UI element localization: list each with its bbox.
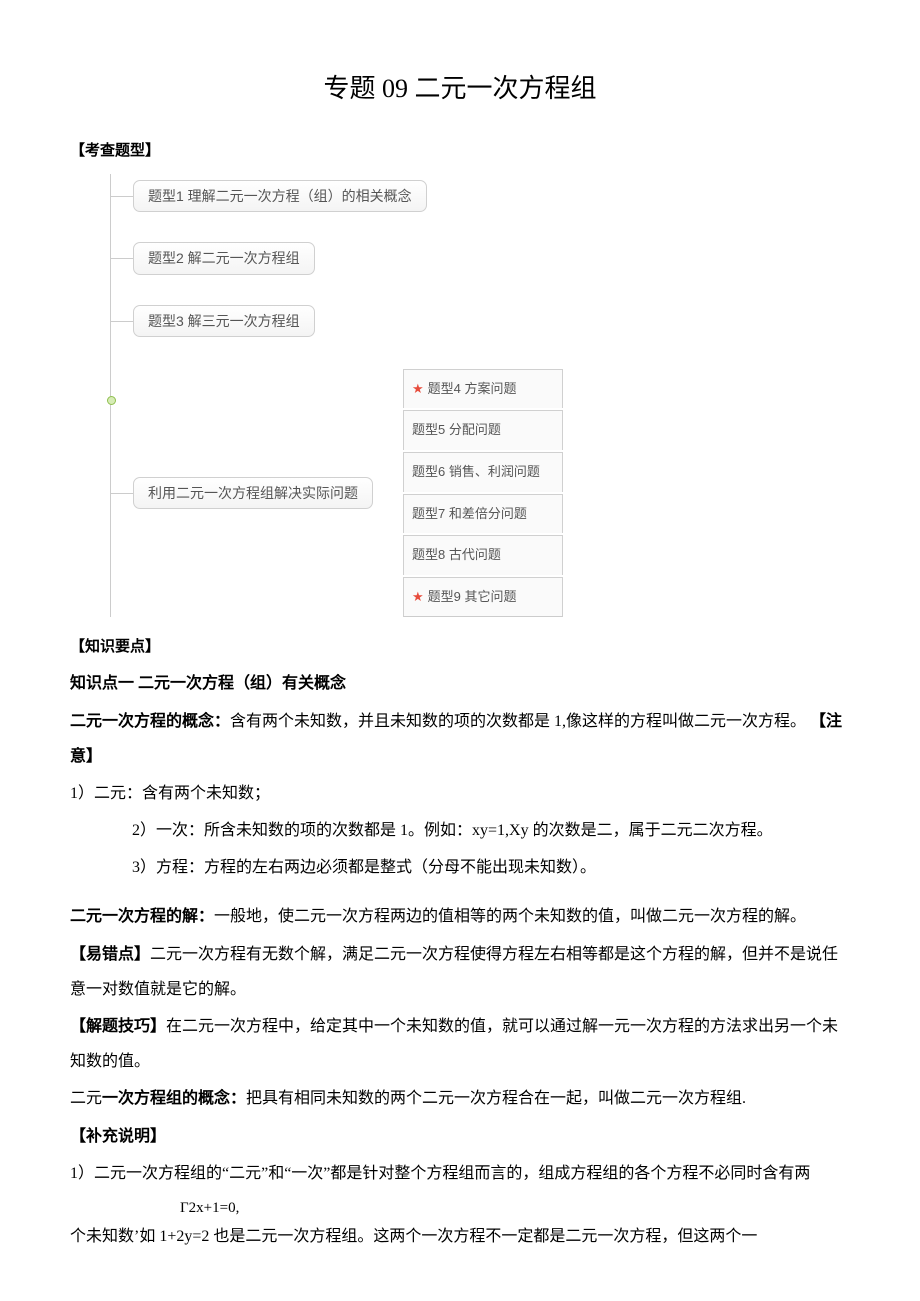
error-text: 二元一次方程有无数个解，满足二元一次方程使得方程左右相等都是这个方程的解，但并不… [70,946,838,998]
diagram-subnode-4: ★题型4 方案问题 [403,369,563,409]
group-definition: 二元一次方程组的概念：把具有相同未知数的两个二元一次方程合在一起，叫做二元一次方… [70,1081,850,1116]
knowledge-heading: 【知识要点】 [70,631,850,664]
definition-1: 二元一次方程的概念：含有两个未知数，并且未知数的项的次数都是 1,像这样的方程叫… [70,704,850,774]
diagram-branch: 题型3 解三元一次方程组 [133,299,850,343]
solution-text: 一般地，使二元一次方程两边的值相等的两个未知数的值，叫做二元一次方程的解。 [214,908,806,925]
error-label: 【易错点】 [70,946,150,963]
supplement-label: 【补充说明】 [70,1119,850,1154]
supplement-2: 个未知数’如 1+2y=2 也是二元一次方程组。这两个一次方程不一定都是二元一次… [70,1219,850,1254]
note-2: 2）一次：所含未知数的项的次数都是 1。例如：xy=1,Xy 的次数是二，属于二… [70,813,850,848]
diagram-subcolumn: ★题型4 方案问题 题型5 分配问题 题型6 销售、利润问题 题型7 和差倍分问… [403,369,563,618]
diagram-subgroup: 利用二元一次方程组解决实际问题 ★题型4 方案问题 题型5 分配问题 题型6 销… [133,369,850,618]
definition-1-text: 含有两个未知数，并且未知数的项的次数都是 1,像这样的方程叫做二元一次方程。 [230,713,806,730]
definition-1-label: 二元一次方程的概念： [70,713,230,730]
document-page: 专题 09 二元一次方程组 【考查题型】 题型1 理解二元一次方程（组）的相关概… [0,0,920,1296]
page-title: 专题 09 二元一次方程组 [70,60,850,117]
exam-type-heading: 【考查题型】 [70,135,850,168]
subnode-label: 题型9 其它问题 [428,583,517,612]
diagram-branch: 题型1 理解二元一次方程（组）的相关概念 [133,174,850,218]
knowledge-point-1-heading: 知识点一 二元一次方程（组）有关概念 [70,666,850,701]
diagram-node-3: 题型3 解三元一次方程组 [133,305,315,337]
supplement-1: 1）二元一次方程组的“二元”和“一次”都是针对整个方程组而言的，组成方程组的各个… [70,1156,850,1191]
topic-diagram: 题型1 理解二元一次方程（组）的相关概念 题型2 解二元一次方程组 题型3 解三… [110,174,850,617]
star-icon: ★ [412,583,424,612]
subnode-label: 题型5 分配问题 [412,416,501,445]
subnode-label: 题型4 方案问题 [428,375,517,404]
subnode-label: 题型7 和差倍分问题 [412,500,527,529]
subnode-label: 题型6 销售、利润问题 [412,458,540,487]
skill-point: 【解题技巧】在二元一次方程中，给定其中一个未知数的值，就可以通过解一元一次方程的… [70,1009,850,1079]
diagram-subnode-8: 题型8 古代问题 [403,535,563,575]
diagram-subnode-6: 题型6 销售、利润问题 [403,452,563,492]
diagram-node-2: 题型2 解二元一次方程组 [133,242,315,274]
note-3: 3）方程：方程的左右两边必须都是整式（分母不能出现未知数）。 [70,850,850,885]
group-label-prefix: 二元 [70,1090,102,1107]
diagram-subnode-7: 题型7 和差倍分问题 [403,494,563,534]
note-1: 1）二元：含有两个未知数； [70,776,850,811]
diagram-subnode-9: ★题型9 其它问题 [403,577,563,618]
star-icon: ★ [412,375,424,404]
group-label-rest: 一次方程组的概念： [102,1090,246,1107]
solution-label: 二元一次方程的解： [70,908,214,925]
diagram-branch: 题型2 解二元一次方程组 [133,236,850,280]
error-point: 【易错点】二元一次方程有无数个解，满足二元一次方程使得方程左右相等都是这个方程的… [70,937,850,1007]
supplement-inline-equation: Γ2x+1=0, [70,1199,850,1217]
diagram-branch: 利用二元一次方程组解决实际问题 ★题型4 方案问题 题型5 分配问题 题型6 销… [133,369,850,618]
diagram-root-icon [107,396,116,405]
skill-label: 【解题技巧】 [70,1018,166,1035]
diagram-node-1: 题型1 理解二元一次方程（组）的相关概念 [133,180,427,212]
diagram-node-4: 利用二元一次方程组解决实际问题 [133,477,373,509]
skill-text: 在二元一次方程中，给定其中一个未知数的值，就可以通过解一元一次方程的方法求出另一… [70,1018,838,1070]
group-text: 把具有相同未知数的两个二元一次方程合在一起，叫做二元一次方程组. [246,1090,746,1107]
subnode-label: 题型8 古代问题 [412,541,501,570]
solution-definition: 二元一次方程的解：一般地，使二元一次方程两边的值相等的两个未知数的值，叫做二元一… [70,899,850,934]
diagram-subnode-5: 题型5 分配问题 [403,410,563,450]
